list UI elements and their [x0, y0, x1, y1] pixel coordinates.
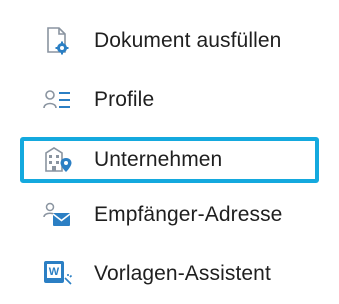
menu-item-label: Vorlagen-Assistent — [94, 262, 271, 285]
menu-item-profile[interactable]: Profile — [20, 79, 319, 121]
menu-item-label: Dokument ausfüllen — [94, 29, 282, 52]
menu-item-unternehmen[interactable]: Unternehmen — [20, 137, 319, 183]
profiles-list-icon — [40, 83, 74, 117]
menu-item-label: Profile — [94, 88, 155, 111]
menu-item-dokument-ausfuellen[interactable]: Dokument ausfüllen — [20, 20, 319, 62]
template-wizard-icon: W — [40, 257, 74, 291]
company-building-icon — [40, 143, 74, 177]
menu-item-label: Unternehmen — [94, 148, 223, 171]
svg-text:W: W — [49, 266, 60, 278]
menu-item-label: Empfänger-Adresse — [94, 203, 283, 226]
menu-item-vorlagen-assistent[interactable]: W Vorlagen-Assistent — [20, 253, 319, 295]
context-menu: Dokument ausfüllen Profile Unternehmen E… — [0, 0, 339, 304]
menu-item-empfaenger-adresse[interactable]: Empfänger-Adresse — [20, 194, 319, 236]
document-fill-icon — [40, 24, 74, 58]
recipient-address-icon — [40, 198, 74, 232]
